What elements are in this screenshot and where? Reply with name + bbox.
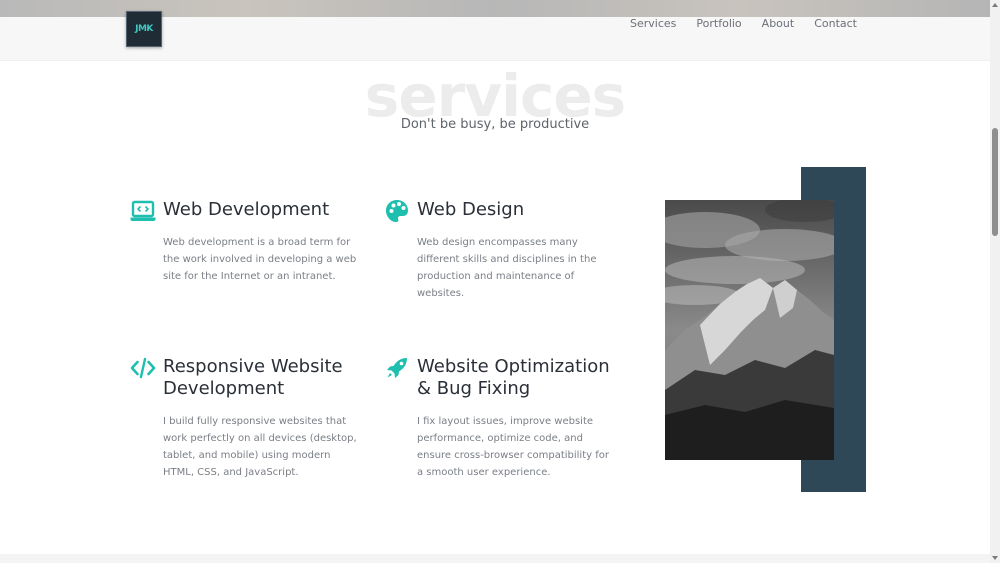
service-description: I fix layout issues, improve website per… [417,416,609,478]
mountain-photo [665,200,834,460]
palette-icon [384,199,410,223]
service-title-line-2: Development [163,378,285,399]
service-description: Web design encompasses many different sk… [417,237,597,299]
next-section-edge [0,554,990,563]
laptop-code-icon [130,199,156,223]
service-title-line-2: & Bug Fixing [417,378,531,399]
service-description: Web development is a broad term for the … [163,237,357,282]
nav-link-about[interactable]: About [762,17,795,30]
nav-link-services[interactable]: Services [630,17,676,30]
service-title: Web Design [417,199,525,220]
service-title: Responsive Website Development [163,356,343,400]
section-subtitle: Don't be busy, be productive [400,117,590,132]
page-scrollbar[interactable] [990,0,1000,563]
main-nav: Services Portfolio About Contact [630,17,857,30]
nav-link-portfolio[interactable]: Portfolio [696,17,741,30]
rocket-icon [384,356,410,380]
service-title-line-1: Responsive Website [163,356,343,377]
scroll-up-arrow-icon[interactable] [992,3,998,7]
scrollbar-thumb[interactable] [992,128,998,236]
scroll-down-arrow-icon[interactable] [992,556,998,560]
service-title-line-1: Website Optimization [417,356,610,377]
service-title: Website Optimization & Bug Fixing [417,356,610,400]
code-icon [130,356,156,380]
service-description: I build fully responsive websites that w… [163,416,357,478]
nav-link-contact[interactable]: Contact [814,17,857,30]
site-header: JMK Services Portfolio About Contact [0,0,990,61]
service-title: Web Development [163,199,330,220]
site-logo[interactable]: JMK [126,11,162,47]
